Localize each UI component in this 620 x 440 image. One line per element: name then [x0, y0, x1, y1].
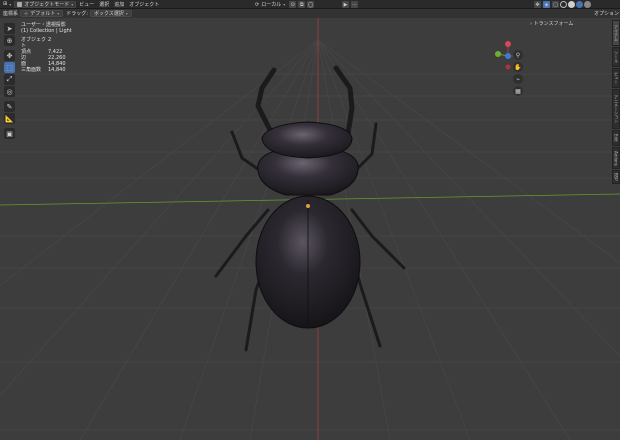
snap-icon[interactable]: ⧉ — [298, 1, 306, 8]
add-cube-tool[interactable]: ▣ — [4, 128, 15, 139]
neg-z-handle[interactable] — [505, 64, 511, 70]
stag-beetle-model[interactable] — [0, 18, 620, 440]
drag-dropdown[interactable]: ボックス選択 ▾ — [89, 10, 132, 17]
xray-icon[interactable]: ▢ — [552, 1, 559, 8]
cursor-icon: ⊕ — [6, 36, 13, 45]
coord-system-label: 座標系 — [3, 11, 19, 17]
editor-type-icon: ⊞ — [3, 1, 8, 7]
objects-value: 2 — [48, 37, 52, 43]
origin-point — [306, 204, 310, 208]
tab-item[interactable]: アイテム — [612, 20, 620, 46]
editor-type-button[interactable]: ⊞ ▾ — [1, 1, 13, 8]
camera-icon[interactable]: ⌁ — [513, 74, 523, 84]
orientation-label: ローカル — [261, 2, 282, 8]
scale-tool[interactable]: ⤢ — [4, 74, 15, 85]
annotate-icon: ✎ — [6, 102, 13, 111]
stat-label: 三角面数 — [21, 67, 42, 73]
move-tool[interactable]: ✥ — [4, 50, 15, 61]
chevron-down-icon: ▾ — [125, 11, 128, 16]
box-select-icon: ⬚ — [6, 63, 13, 72]
proportional-edit-icon[interactable]: ◯ — [307, 1, 315, 8]
mode-label: オブジェクトモード — [24, 1, 70, 8]
play-icon[interactable]: ▶ — [342, 1, 349, 8]
mode-dropdown[interactable]: オブジェクトモード ▾ — [14, 0, 77, 8]
menu-select[interactable]: 選択 — [97, 1, 111, 8]
transform-tool[interactable]: ◎ — [4, 86, 15, 97]
chevron-down-icon: ▾ — [9, 1, 12, 7]
drag-value: ボックス選択 — [93, 11, 124, 17]
measure-tool[interactable]: 📐 — [4, 113, 15, 124]
object-mode-icon — [17, 1, 23, 7]
z-axis-handle[interactable] — [505, 41, 511, 47]
playback-menu-icon[interactable]: ⋯ — [351, 1, 358, 8]
box-select-tool[interactable]: ⬚ — [4, 62, 15, 73]
move-icon: ✥ — [6, 51, 13, 60]
add-cube-icon: ▣ — [6, 129, 13, 138]
overlay-icon[interactable]: ◈ — [543, 1, 550, 8]
coord-system-icon: ⊹ — [24, 10, 29, 17]
pan-icon[interactable]: ✋ — [513, 62, 523, 72]
measure-icon: 📐 — [5, 114, 14, 123]
select-tool[interactable]: ➤ — [4, 23, 15, 34]
drag-label: ドラッグ: — [66, 11, 88, 17]
select-icon: ➤ — [6, 24, 13, 33]
cursor-icon[interactable]: ✥ — [534, 1, 541, 8]
menu-view[interactable]: ビュー — [77, 1, 96, 8]
chevron-down-icon: ▾ — [71, 1, 74, 7]
menu-object[interactable]: オブジェクト — [127, 1, 161, 8]
tab-addons[interactable]: Addons — [612, 147, 620, 169]
zoom-icon[interactable]: ⚲ — [513, 50, 523, 60]
3d-viewport[interactable]: ⚲ ✋ ⌁ ▦ — [0, 18, 620, 440]
material-shading-icon[interactable] — [576, 1, 583, 8]
tool-shelf: ➤ ⊕ ✥ ⬚ ⤢ ◎ ✎ 📐 ▣ — [4, 23, 15, 140]
menu-add[interactable]: 追加 — [112, 1, 126, 8]
view-axis-handle[interactable] — [505, 53, 511, 59]
viewport-info-overlay: ユーザー・透視投影 (1) Collection | Light オブジェクト … — [21, 22, 72, 73]
tool-settings-bar: 座標系 ⊹ デフォルト ▾ ドラッグ: ボックス選択 ▾ オプション ▾ — [0, 9, 620, 22]
scale-icon: ⤢ — [6, 75, 13, 83]
transform-icon: ◎ — [6, 87, 13, 96]
render-shading-icon[interactable] — [584, 1, 591, 8]
stat-value: 14,840 — [48, 67, 66, 73]
orientation-icon: ⟳ — [255, 1, 260, 8]
y-axis-handle[interactable] — [495, 51, 501, 57]
wire-shading-icon[interactable] — [560, 1, 567, 8]
chevron-down-icon: ▾ — [57, 11, 60, 16]
tab-bsp[interactable]: BSP — [612, 170, 620, 184]
tab-view[interactable]: ビュー — [612, 68, 620, 88]
tab-edit[interactable]: Edit — [612, 130, 620, 146]
chevron-down-icon: ▾ — [283, 2, 286, 7]
tab-animation[interactable]: アニメーション — [612, 89, 620, 129]
sidebar-tabs: アイテム ツール ビュー アニメーション Edit Addons BSP — [612, 20, 620, 185]
objects-label: オブジェクト — [21, 37, 47, 49]
cursor-tool[interactable]: ⊕ — [4, 35, 15, 46]
coord-system-value: デフォルト — [30, 11, 56, 17]
collection-label: (1) Collection | Light — [21, 28, 72, 34]
solid-shading-icon[interactable] — [568, 1, 575, 8]
viewport-header: ⊞ ▾ オブジェクトモード ▾ ビュー 選択 追加 オブジェクト ⟳ ローカル ▾… — [0, 0, 620, 9]
pivot-icon[interactable]: ⊙ — [289, 1, 297, 8]
transform-panel-header[interactable]: › トランスフォーム — [530, 20, 573, 27]
tab-tool[interactable]: ツール — [612, 47, 620, 67]
perspective-icon[interactable]: ▦ — [513, 86, 523, 96]
orientation-dropdown[interactable]: ⟳ ローカル ▾ — [253, 1, 287, 9]
coord-system-dropdown[interactable]: ⊹ デフォルト ▾ — [20, 10, 64, 17]
annotate-tool[interactable]: ✎ — [4, 101, 15, 112]
